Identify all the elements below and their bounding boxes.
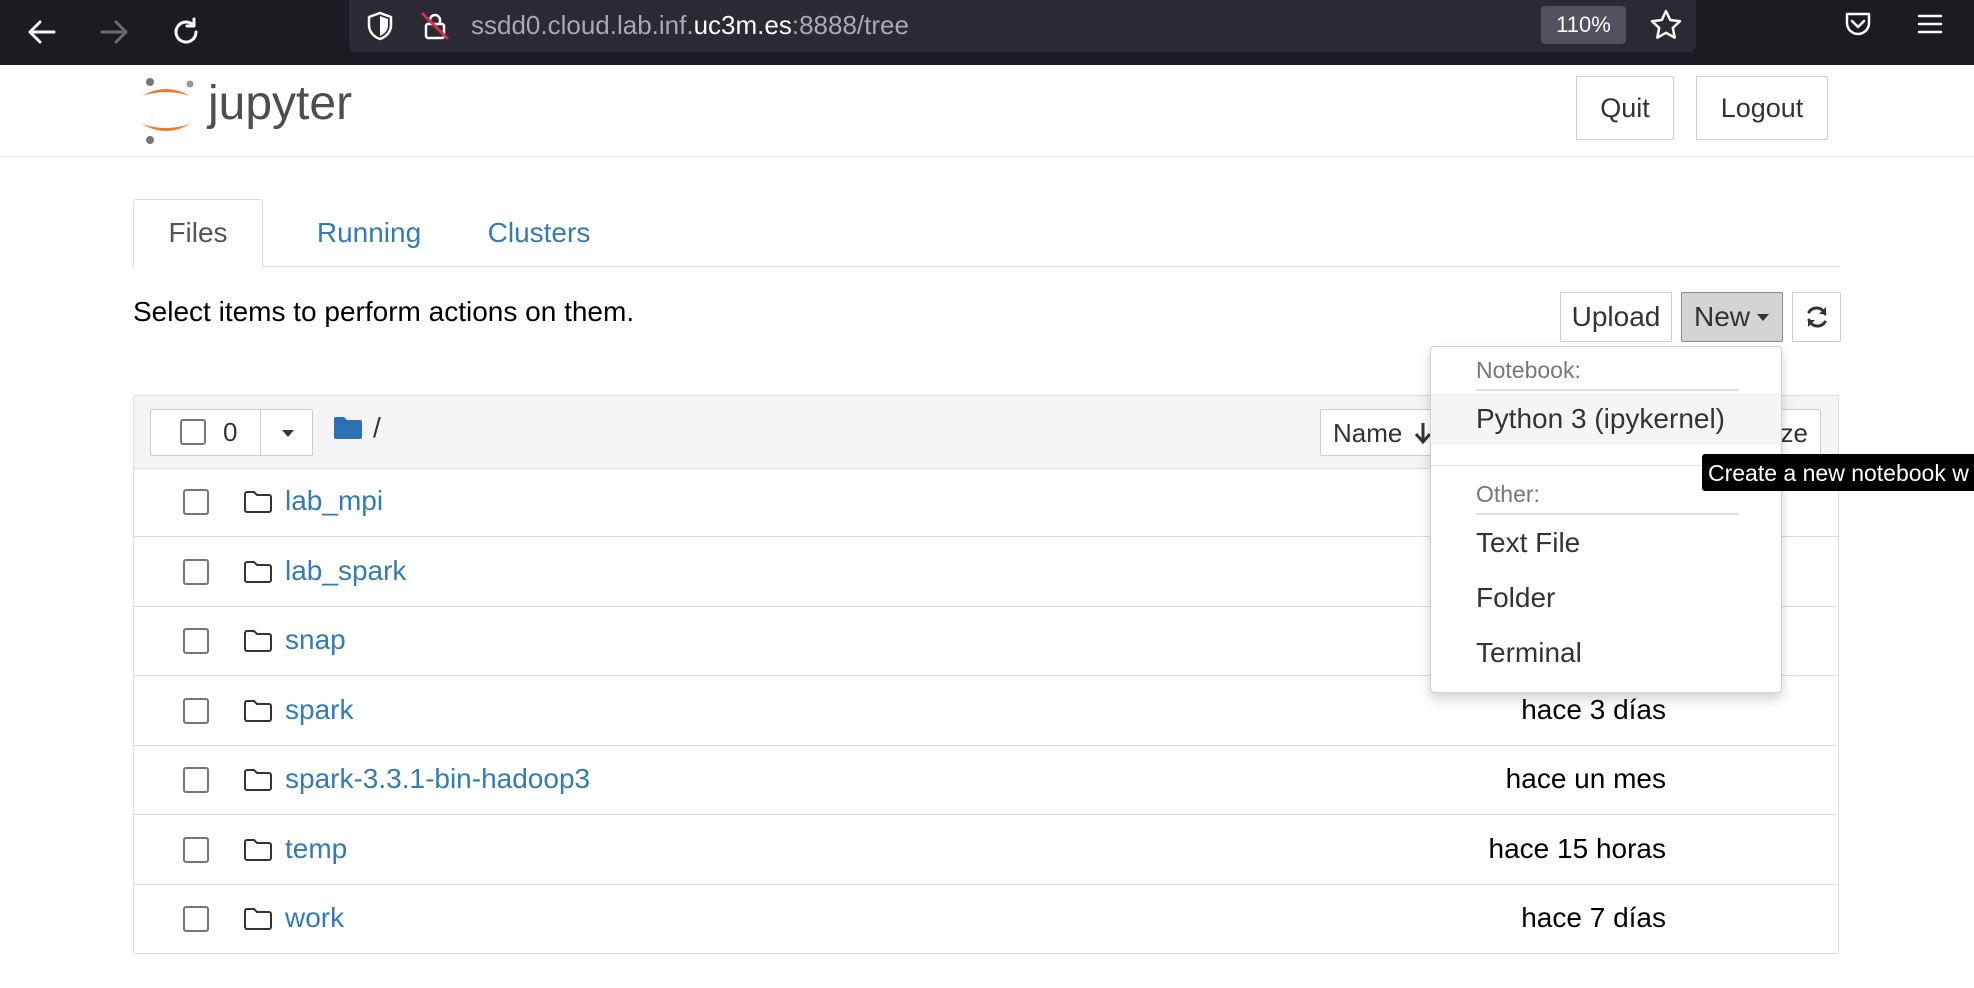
shield-icon[interactable] [364,10,396,42]
browser-toolbar: ssdd0.cloud.lab.inf.uc3m.es:8888/tree 11… [0,0,1974,65]
file-row[interactable]: work hace 7 días [134,885,1838,954]
reload-icon [174,17,198,44]
sort-name-label: Name [1333,418,1403,448]
row-checkbox[interactable] [183,697,209,724]
arrow-left-icon [28,20,56,44]
folder-open-icon[interactable] [333,415,363,441]
back-button[interactable] [18,8,66,56]
hamburger-menu-icon[interactable] [1914,8,1946,40]
refresh-button[interactable] [1792,292,1841,342]
file-name-link[interactable]: spark [285,694,353,726]
file-name-link[interactable]: work [285,902,344,934]
last-modified: hace un mes [1505,763,1666,794]
url-text[interactable]: ssdd0.cloud.lab.inf.uc3m.es:8888/tree [471,10,909,41]
last-modified: hace 3 días [1521,693,1666,725]
arrow-right-icon [100,20,128,44]
star-icon[interactable] [1649,8,1683,42]
row-checkbox[interactable] [183,558,209,585]
new-button[interactable]: New [1681,292,1783,342]
jupyter-wordmark: jupyter [206,77,352,130]
file-row[interactable]: spark-3.3.1-bin-hadoop3 hace un mes [134,746,1838,815]
file-name-link[interactable]: lab_mpi [285,485,383,517]
selected-count: 0 [223,417,238,447]
jupyter-header: jupyter Quit Logout [0,65,1974,157]
quit-button[interactable]: Quit [1576,76,1674,140]
row-checkbox[interactable] [183,767,209,793]
forward-button[interactable] [90,8,138,56]
folder-icon [244,908,272,930]
row-checkbox[interactable] [183,836,209,863]
folder-icon [244,491,272,513]
folder-icon [244,699,272,722]
tab-clusters[interactable]: Clusters [469,199,609,266]
caret-down-icon [1757,314,1769,321]
url-bar[interactable]: ssdd0.cloud.lab.inf.uc3m.es:8888/tree 11… [349,0,1696,52]
new-button-label: New [1693,301,1750,332]
size-label: ze [1780,418,1808,448]
menu-item-python3-ipykernel[interactable]: Python 3 (ipykernel) [1431,393,1781,445]
reload-button[interactable] [162,8,210,56]
select-all-checkbox[interactable] [180,419,206,445]
menu-item-text-file[interactable]: Text File [1431,517,1781,569]
select-all-group[interactable]: 0 [150,409,313,456]
select-dropdown-button[interactable] [260,410,315,455]
divider [1476,389,1739,391]
refresh-icon [1807,306,1826,328]
upload-button[interactable]: Upload [1560,292,1672,342]
file-row[interactable]: temp hace 15 horas [134,816,1838,885]
menu-item-terminal[interactable]: Terminal [1431,627,1781,679]
new-dropdown-menu: Notebook: Python 3 (ipykernel) Other: Te… [1430,346,1782,693]
row-checkbox[interactable] [183,628,209,654]
tab-files[interactable]: Files [133,199,263,267]
logout-button[interactable]: Logout [1696,76,1828,140]
folder-icon [244,560,272,583]
tooltip: Create a new notebook w [1702,454,1974,491]
other-section-header: Other: [1476,481,1540,507]
row-checkbox[interactable] [183,489,209,515]
url-suffix: :8888/tree [791,10,909,40]
menu-item-folder[interactable]: Folder [1431,572,1781,624]
url-host: uc3m.es [693,10,792,40]
file-name-link[interactable]: spark-3.3.1-bin-hadoop3 [285,763,590,795]
last-modified: hace 7 días [1521,902,1666,933]
url-prefix: ssdd0.cloud.lab.inf. [471,10,694,40]
file-name-link[interactable]: snap [285,624,346,656]
file-name-link[interactable]: temp [285,833,347,865]
notebook-section-header: Notebook: [1476,357,1581,383]
breadcrumb[interactable]: / [373,412,381,444]
divider [1476,513,1739,515]
file-name-link[interactable]: lab_spark [285,555,406,587]
folder-icon [244,630,272,652]
last-modified: hace 15 horas [1488,832,1666,864]
row-checkbox[interactable] [183,906,209,932]
tab-running[interactable]: Running [293,199,445,266]
insecure-lock-icon[interactable] [419,10,451,42]
pocket-icon[interactable] [1842,8,1874,40]
jupyter-logo-graphic: jupyter [142,77,352,144]
zoom-level-badge[interactable]: 110% [1541,6,1626,44]
folder-icon [244,769,272,791]
jupyter-logo[interactable]: jupyter [136,74,386,149]
folder-icon [244,838,272,861]
caret-down-icon [282,429,294,437]
selection-hint: Select items to perform actions on them. [133,296,635,327]
tab-bar: Files Running Clusters [133,199,1839,267]
